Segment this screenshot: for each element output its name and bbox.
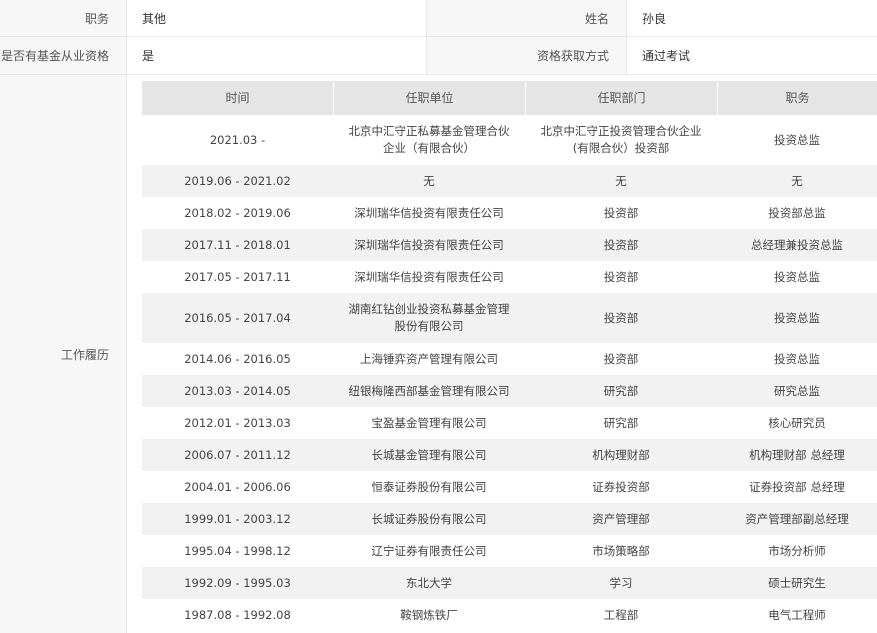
cell-time: 2017.05 - 2017.11 — [184, 269, 291, 284]
cell-employer: 北京中汇守正私募基金管理合伙企业（有限合伙） — [348, 124, 510, 155]
table-row: 1999.01 - 2003.12 长城证券股份有限公司 资产管理部 资产管理部副总经… — [142, 503, 877, 535]
table-row: 2014.06 - 2016.05 上海锤弈资产管理有限公司 投资部 投资总监 — [142, 343, 877, 375]
cell-employer: 深圳瑞华信投资有限责任公司 — [354, 237, 504, 252]
cell-department: 投资部 — [603, 237, 639, 252]
cell-time: 1999.01 - 2003.12 — [184, 511, 291, 526]
cell-employer: 鞍钢炼铁厂 — [400, 607, 458, 622]
cell-department: 资产管理部 — [592, 511, 650, 526]
method-value: 通过考试 — [642, 49, 691, 63]
cell-time: 2018.02 - 2019.06 — [184, 205, 291, 220]
cell-time: 2014.06 - 2016.05 — [184, 351, 291, 366]
table-row: 2017.11 - 2018.01 深圳瑞华信投资有限责任公司 投资部 总经理兼投资总… — [142, 229, 877, 261]
cell-title: 投资总监 — [774, 269, 820, 284]
cell-employer: 纽银梅隆西部基金管理有限公司 — [348, 383, 510, 398]
work-history-table: 时间 任职单位 任职部门 职务 2021.03 - 北京中汇守正私募基金管理合伙企… — [142, 81, 877, 631]
cell-employer: 深圳瑞华信投资有限责任公司 — [354, 269, 504, 284]
table-row: 2017.05 - 2017.11 深圳瑞华信投资有限责任公司 投资部 投资总监 — [142, 261, 877, 293]
cell-employer: 宝盈基金管理有限公司 — [371, 415, 487, 430]
table-row: 2004.01 - 2006.06 恒泰证券股份有限公司 证券投资部 证券投资部 总经… — [142, 471, 877, 503]
work-history-label: 工作履历 — [0, 75, 126, 633]
cell-employer: 深圳瑞华信投资有限责任公司 — [354, 205, 504, 220]
cell-title: 无 — [791, 173, 803, 188]
name-label: 姓名 — [426, 0, 626, 36]
cell-employer: 湖南红钻创业投资私募基金管理股份有限公司 — [348, 302, 510, 333]
cell-title: 投资总监 — [774, 351, 820, 366]
cell-department: 市场策略部 — [592, 543, 650, 558]
cell-department: 投资部 — [603, 205, 639, 220]
cell-department: 投资部 — [603, 351, 639, 366]
cell-department: 投资部 — [603, 269, 639, 284]
cell-title: 资产管理部副总经理 — [745, 511, 849, 526]
cell-time: 2013.03 - 2014.05 — [184, 383, 291, 398]
column-divider — [126, 0, 127, 633]
cell-title: 总经理兼投资总监 — [751, 237, 843, 252]
cell-time: 2012.01 - 2013.03 — [184, 415, 291, 430]
cell-time: 2019.06 - 2021.02 — [184, 173, 291, 188]
column-divider — [426, 0, 427, 74]
cell-department: 研究部 — [603, 415, 639, 430]
cell-title: 证券投资部 总经理 — [749, 479, 845, 494]
qualification-label: 是否有基金从业资格 — [0, 37, 126, 74]
cell-time: 2006.07 - 2011.12 — [184, 447, 291, 462]
row-divider — [0, 74, 877, 75]
table-row: 2012.01 - 2013.03 宝盈基金管理有限公司 研究部 核心研究员 — [142, 407, 877, 439]
header-employer: 任职单位 — [333, 81, 525, 115]
cell-employer: 长城证券股份有限公司 — [371, 511, 487, 526]
cell-title: 研究总监 — [774, 383, 820, 398]
cell-department: 研究部 — [603, 383, 639, 398]
position-label: 职务 — [0, 0, 126, 36]
cell-employer: 辽宁证券有限责任公司 — [371, 543, 487, 558]
table-header: 时间 任职单位 任职部门 职务 — [142, 81, 877, 115]
cell-title: 电气工程师 — [768, 607, 826, 622]
cell-title: 市场分析师 — [768, 543, 826, 558]
cell-title: 机构理财部 总经理 — [749, 447, 845, 462]
cell-employer: 东北大学 — [406, 575, 452, 590]
cell-title: 硕士研究生 — [768, 575, 826, 590]
cell-department: 工程部 — [603, 607, 639, 622]
table-row: 2019.06 - 2021.02 无 无 无 — [142, 165, 877, 197]
cell-time: 2004.01 - 2006.06 — [184, 479, 291, 494]
cell-time: 1992.09 - 1995.03 — [184, 575, 291, 590]
table-row: 2021.03 - 北京中汇守正私募基金管理合伙企业（有限合伙） 北京中汇守正投资管… — [142, 115, 877, 165]
method-label: 资格获取方式 — [426, 37, 626, 74]
cell-department: 北京中汇守正投资管理合伙企业(有限合伙）投资部 — [540, 124, 702, 155]
table-row: 1987.08 - 1992.08 鞍钢炼铁厂 工程部 电气工程师 — [142, 599, 877, 631]
cell-employer: 恒泰证券股份有限公司 — [371, 479, 487, 494]
cell-time: 1987.08 - 1992.08 — [184, 607, 291, 622]
table-row: 2013.03 - 2014.05 纽银梅隆西部基金管理有限公司 研究部 研究总监 — [142, 375, 877, 407]
qualification-value: 是 — [142, 49, 155, 63]
name-value: 孙良 — [642, 11, 667, 26]
cell-time: 1995.04 - 1998.12 — [184, 543, 291, 558]
cell-title: 投资总监 — [774, 310, 820, 325]
column-divider — [626, 0, 627, 74]
table-row: 2018.02 - 2019.06 深圳瑞华信投资有限责任公司 投资部 投资部总监 — [142, 197, 877, 229]
table-row: 2016.05 - 2017.04 湖南红钻创业投资私募基金管理股份有限公司 投资部… — [142, 293, 877, 343]
header-time: 时间 — [225, 90, 250, 105]
cell-employer: 无 — [423, 173, 435, 188]
position-value: 其他 — [142, 11, 167, 26]
table-row: 1992.09 - 1995.03 东北大学 学习 硕士研究生 — [142, 567, 877, 599]
cell-time: 2021.03 - — [209, 132, 266, 147]
cell-department: 无 — [615, 173, 627, 188]
cell-time: 2017.11 - 2018.01 — [184, 237, 291, 252]
cell-time: 2016.05 - 2017.04 — [184, 310, 291, 325]
table-row: 2006.07 - 2011.12 长城基金管理有限公司 机构理财部 机构理财部 总经… — [142, 439, 877, 471]
cell-title: 投资部总监 — [768, 205, 826, 220]
cell-department: 机构理财部 — [592, 447, 650, 462]
cell-employer: 长城基金管理有限公司 — [371, 447, 487, 462]
cell-department: 证券投资部 — [592, 479, 650, 494]
table-row: 1995.04 - 1998.12 辽宁证券有限责任公司 市场策略部 市场分析师 — [142, 535, 877, 567]
cell-department: 学习 — [609, 575, 633, 590]
row-divider — [0, 36, 877, 37]
header-department: 任职部门 — [525, 81, 717, 115]
cell-title: 投资总监 — [774, 132, 820, 147]
cell-department: 投资部 — [603, 310, 639, 325]
cell-employer: 上海锤弈资产管理有限公司 — [360, 351, 498, 366]
header-title: 职务 — [717, 81, 877, 115]
cell-title: 核心研究员 — [768, 415, 826, 430]
